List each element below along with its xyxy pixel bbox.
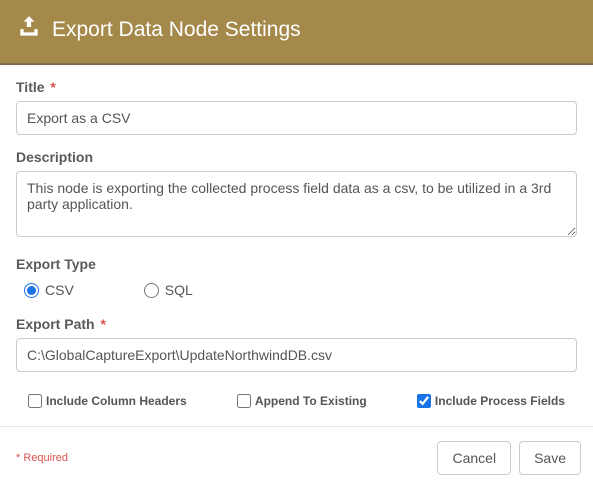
dialog-footer: * Required Cancel Save — [0, 426, 593, 489]
append-existing-label: Append To Existing — [255, 394, 367, 408]
title-label-text: Title — [16, 79, 45, 95]
required-note: * Required — [16, 452, 68, 464]
export-type-sql[interactable]: SQL — [144, 282, 193, 298]
export-type-field: Export Type CSV SQL — [16, 256, 577, 302]
title-label: Title * — [16, 79, 577, 95]
append-existing-checkbox[interactable] — [237, 394, 251, 408]
description-label: Description — [16, 149, 577, 165]
include-headers-option[interactable]: Include Column Headers — [28, 394, 187, 408]
title-field: Title * — [16, 79, 577, 135]
include-headers-label: Include Column Headers — [46, 394, 187, 408]
export-path-label: Export Path * — [16, 316, 577, 332]
include-process-checkbox[interactable] — [417, 394, 431, 408]
cancel-button[interactable]: Cancel — [437, 441, 511, 475]
description-input[interactable] — [16, 171, 577, 237]
title-input[interactable] — [16, 101, 577, 135]
export-type-csv-radio[interactable] — [24, 283, 39, 298]
include-headers-checkbox[interactable] — [28, 394, 42, 408]
required-marker: * — [50, 79, 55, 95]
dialog-body: Title * Description Export Type CSV SQL … — [0, 65, 593, 426]
export-type-csv[interactable]: CSV — [24, 282, 74, 298]
dialog-title: Export Data Node Settings — [52, 18, 301, 42]
export-path-input[interactable] — [16, 338, 577, 372]
dialog-header: Export Data Node Settings — [0, 0, 593, 65]
export-type-options: CSV SQL — [16, 278, 577, 302]
export-type-label: Export Type — [16, 256, 577, 272]
include-process-label: Include Process Fields — [435, 394, 565, 408]
append-existing-option[interactable]: Append To Existing — [237, 394, 367, 408]
options-row: Include Column Headers Append To Existin… — [16, 386, 577, 426]
description-field: Description — [16, 149, 577, 242]
include-process-option[interactable]: Include Process Fields — [417, 394, 565, 408]
export-icon — [16, 14, 42, 45]
export-type-sql-radio[interactable] — [144, 283, 159, 298]
export-type-sql-label: SQL — [165, 282, 193, 298]
export-type-csv-label: CSV — [45, 282, 74, 298]
save-button[interactable]: Save — [519, 441, 581, 475]
export-path-label-text: Export Path — [16, 316, 95, 332]
required-marker: * — [100, 316, 105, 332]
export-path-field: Export Path * — [16, 316, 577, 372]
